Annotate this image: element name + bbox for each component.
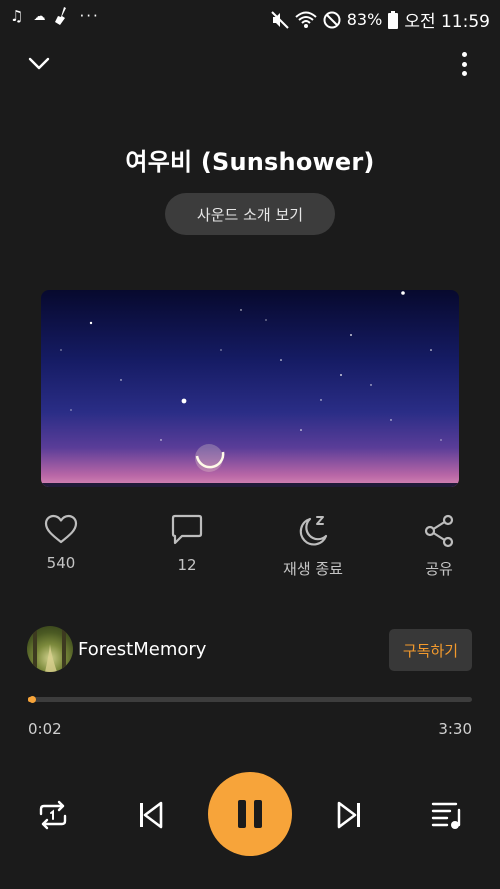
progress-bar[interactable] [28,696,472,703]
broom-icon [55,7,67,25]
share-button[interactable]: 공유 [389,510,489,579]
wifi-icon [295,11,317,28]
collapse-button[interactable] [22,50,56,78]
battery-icon [388,10,399,29]
previous-button[interactable] [130,795,170,835]
sleep-timer-button[interactable]: 재생 종료 [263,510,363,579]
status-right-icons: 83% 오전 11:59 [271,7,490,32]
comment-icon [171,514,203,545]
battery-percent: 83% [346,10,383,29]
more-vertical-icon [461,52,467,57]
channel-info[interactable]: ForestMemory [27,626,206,672]
pause-button[interactable] [208,772,292,856]
like-button[interactable]: 540 [11,510,111,572]
current-time: 0:02 [28,720,62,738]
share-label: 공유 [425,560,453,578]
progress-handle[interactable] [29,696,37,703]
channel-avatar[interactable] [27,626,73,672]
forest-path-image [33,626,66,672]
more-dots-icon: ··· [79,7,100,25]
track-title: 여우비 (Sunshower) [125,148,375,176]
more-options-button[interactable] [454,50,474,78]
do-not-disturb-icon [323,11,341,28]
action-row: 540 12 재생 종료 공유 [0,510,500,590]
status-left-icons: ♫ ☁ ··· [10,7,100,25]
sleep-timer-label: 재생 종료 [283,560,343,578]
subscribe-button[interactable]: 구독하기 [389,629,472,671]
next-button[interactable] [330,795,370,835]
total-time: 3:30 [438,720,472,738]
channel-name[interactable]: ForestMemory [78,639,206,660]
mute-icon [271,10,289,29]
share-icon [424,514,454,548]
comment-count: 12 [177,556,197,574]
repeat-button[interactable] [33,795,73,835]
cloud-icon: ☁ [33,9,46,23]
playlist-button[interactable] [427,795,467,835]
comment-button[interactable]: 12 [137,510,237,574]
moon-sleep-icon [299,516,328,546]
sound-intro-button[interactable]: 사운드 소개 보기 [165,193,335,235]
like-count: 540 [46,554,76,572]
next-icon [337,801,360,829]
night-sky-image [41,291,459,487]
previous-icon [140,801,163,829]
track-artwork [41,290,459,487]
heart-icon [44,514,78,544]
repeat-one-icon [39,800,67,830]
playlist-icon [431,802,461,829]
music-note-icon: ♫ [10,7,24,25]
status-bar: ♫ ☁ ··· 83% 오전 11:59 [0,0,500,36]
pause-icon [238,800,246,828]
status-time: 오전 11:59 [404,12,490,32]
chevron-down-icon [28,57,50,70]
